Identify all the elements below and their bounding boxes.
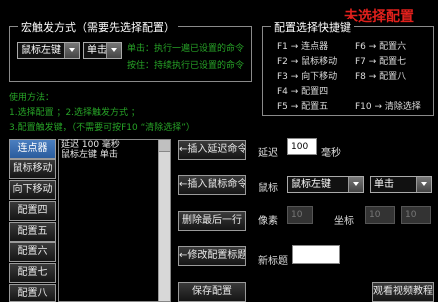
shortcut-f7: F7 → 配置七 <box>355 57 407 67</box>
mouse-action-select-value: 单击 <box>374 179 394 190</box>
trigger-group: 宏触发方式（需要先选择配置） 鼠标左键 单击 单击：执行一遍已设置的命令 按住：… <box>9 19 252 82</box>
delay-input[interactable]: 100 <box>287 138 317 155</box>
chevron-down-icon[interactable] <box>64 43 79 58</box>
command-line[interactable]: 延迟 100 毫秒 <box>59 140 170 150</box>
shortcut-f3: F3 → 向下移动 <box>277 72 338 82</box>
new-title-input[interactable] <box>292 245 340 264</box>
config-item-6[interactable]: 配置六 <box>9 242 56 262</box>
pixel-label: 像素 <box>258 216 278 227</box>
shortcut-group-title: 配置选择快捷键 <box>271 19 354 35</box>
config-item-3[interactable]: 向下移动 <box>9 180 56 200</box>
usage-line-1: 1.选择配置 ；2.选择触发方式 ； <box>9 108 140 118</box>
config-item-4[interactable]: 配置四 <box>9 201 56 221</box>
trigger-hint-1: 单击：执行一遍已设置的命令 <box>127 44 245 54</box>
shortcut-f8: F8 → 配置八 <box>355 72 407 82</box>
watch-video-button[interactable]: 观看视频教程 <box>372 282 434 302</box>
pixel-input[interactable]: 10 <box>287 206 313 224</box>
chevron-down-icon[interactable] <box>106 43 121 58</box>
command-list[interactable]: 延迟 100 毫秒 鼠标左键 单击 <box>58 139 171 302</box>
trigger-mouse-select[interactable]: 鼠标左键 <box>17 42 80 59</box>
new-title-label: 新标题 <box>258 256 288 267</box>
delete-last-button[interactable]: 删除最后一行 <box>178 211 246 231</box>
config-item-1[interactable]: 连点器 <box>9 139 56 159</box>
shortcut-f10: F10 → 清除选择 <box>355 102 421 112</box>
usage-line-2: 3.配置触发键，（不需要可按F10 “清除选择”） <box>9 123 195 133</box>
scrollbar[interactable] <box>158 140 170 301</box>
coord-label: 坐标 <box>334 216 354 227</box>
status-title: 未选择配置 <box>344 9 414 25</box>
config-item-8[interactable]: 配置八 <box>9 284 56 302</box>
shortcut-group: 配置选择快捷键 F1 → 连点器 F2 → 鼠标移动 F3 → 向下移动 F4 … <box>262 19 434 116</box>
mouse-label: 鼠标 <box>258 183 278 194</box>
mouse-button-select-value: 鼠标左键 <box>291 179 331 190</box>
chevron-down-icon[interactable] <box>348 177 363 192</box>
edit-title-button[interactable]: ←修改配置标题 <box>178 246 246 266</box>
shortcut-f6: F6 → 配置六 <box>355 42 407 52</box>
trigger-mode-select[interactable]: 单击 <box>83 42 122 59</box>
config-item-5[interactable]: 配置五 <box>9 222 56 242</box>
config-item-2[interactable]: 鼠标移动 <box>9 159 56 179</box>
insert-delay-button[interactable]: ←插入延迟命令 <box>178 140 246 160</box>
mouse-action-select[interactable]: 单击 <box>370 176 432 193</box>
mouse-button-select[interactable]: 鼠标左键 <box>287 176 364 193</box>
trigger-mouse-select-value: 鼠标左键 <box>21 45 61 56</box>
shortcut-f2: F2 → 鼠标移动 <box>277 57 338 67</box>
trigger-hint-2: 按住：持续执行已设置的命令 <box>127 61 245 71</box>
shortcut-f5: F5 → 配置五 <box>277 102 329 112</box>
insert-mouse-button[interactable]: ←插入鼠标命令 <box>178 175 246 195</box>
chevron-down-icon[interactable] <box>416 177 431 192</box>
trigger-mode-select-value: 单击 <box>87 45 107 56</box>
usage-title: 使用方法： <box>9 93 55 103</box>
trigger-group-title: 宏触发方式（需要先选择配置） <box>18 19 178 35</box>
delay-label: 延迟 <box>258 148 278 159</box>
config-item-7[interactable]: 配置七 <box>9 263 56 283</box>
delay-unit: 毫秒 <box>321 148 341 159</box>
coord-x-input[interactable]: 10 <box>365 206 395 224</box>
command-line[interactable]: 鼠标左键 单击 <box>59 150 170 160</box>
save-config-button[interactable]: 保存配置 <box>178 282 246 302</box>
shortcut-f4: F4 → 配置四 <box>277 87 329 97</box>
coord-y-input[interactable]: 10 <box>401 206 431 224</box>
scroll-up-icon[interactable] <box>159 140 170 152</box>
shortcut-f1: F1 → 连点器 <box>277 42 329 52</box>
